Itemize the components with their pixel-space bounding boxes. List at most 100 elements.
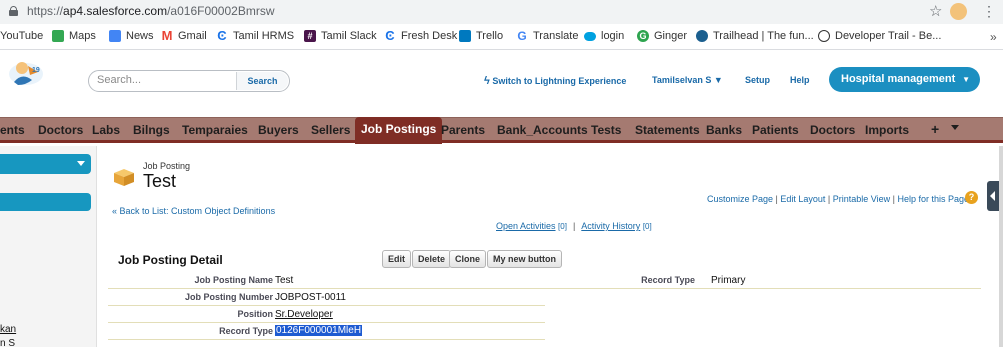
chevron-down-icon xyxy=(77,161,85,166)
sidebar-recent-item-2[interactable]: n S xyxy=(0,338,15,347)
ginger-icon: G xyxy=(637,30,649,42)
browser-menu-icon[interactable]: ⋮ xyxy=(982,3,996,20)
position-link[interactable]: Sr.Developer xyxy=(275,309,333,320)
help-for-page-link[interactable]: Help for this Page xyxy=(897,194,969,204)
tab-job-postings[interactable]: Job Postings xyxy=(355,117,443,144)
field-row-record-type-id: Record Type 0126F000001MleH xyxy=(108,323,545,340)
maps-icon xyxy=(52,30,64,42)
help-question-icon[interactable]: ? xyxy=(965,191,978,204)
back-to-list-link[interactable]: « Back to List: Custom Object Definition… xyxy=(112,206,275,216)
sidebar-recent-item-1[interactable]: kan xyxy=(0,324,16,335)
tab-overflow-chevron-icon[interactable] xyxy=(951,125,959,130)
tab-doctors-2[interactable]: Doctors xyxy=(810,123,855,137)
edit-layout-link[interactable]: Edit Layout xyxy=(780,194,825,204)
field-value: Test xyxy=(275,275,294,286)
bookmark-fresh-desk[interactable]: Ͼ Fresh Desk xyxy=(384,28,457,43)
tab-banks[interactable]: Banks xyxy=(706,123,742,137)
edit-button[interactable]: Edit xyxy=(382,250,411,268)
bookmark-ginger[interactable]: G Ginger xyxy=(637,30,687,42)
global-search: Search xyxy=(88,70,290,92)
delete-button[interactable]: Delete xyxy=(412,250,452,268)
tab-statements[interactable]: Statements xyxy=(635,123,700,137)
bookmark-youtube[interactable]: YouTube xyxy=(0,30,43,42)
activity-history-link[interactable]: Activity History xyxy=(581,221,640,231)
app-menu-button[interactable]: Hospital management ▼ xyxy=(829,67,980,92)
user-menu[interactable]: Tamilselvan S ▼ xyxy=(652,75,723,85)
bookmark-news[interactable]: News xyxy=(109,30,154,42)
slack-icon: # xyxy=(304,30,316,42)
open-activities-link[interactable]: Open Activities xyxy=(496,221,556,231)
switch-to-lightning-link[interactable]: ϟ Switch to Lightning Experience xyxy=(484,75,626,87)
tab-patients-2[interactable]: Patients xyxy=(752,123,799,137)
tab-patients[interactable]: ents xyxy=(0,123,25,137)
bookmark-gmail[interactable]: M Gmail xyxy=(161,28,207,43)
tab-bank-accounts[interactable]: Bank_Accounts xyxy=(497,123,588,137)
tab-tests[interactable]: Tests xyxy=(591,123,621,137)
bookmark-trello[interactable]: Trello xyxy=(459,30,503,42)
field-row-position: Position Sr.Developer xyxy=(108,306,545,323)
help-link[interactable]: Help xyxy=(790,75,810,85)
news-icon xyxy=(109,30,121,42)
google-icon: G xyxy=(517,29,527,43)
tab-parents[interactable]: Parents xyxy=(441,123,485,137)
related-list-links: Open Activities [0] | Activity History [0] xyxy=(496,221,652,231)
left-sidebar: kan n S xyxy=(0,146,97,347)
field-label: Record Type xyxy=(219,326,273,336)
open-activities-count: [0] xyxy=(558,222,567,231)
record-type-id-value: 0126F000001MleH xyxy=(275,325,363,336)
field-row-job-posting-name: Job Posting Name Test xyxy=(108,272,545,289)
my-new-button[interactable]: My new button xyxy=(487,250,562,268)
bookmark-tamil-slack[interactable]: # Tamil Slack xyxy=(304,30,377,42)
app-menu-label: Hospital management xyxy=(841,73,956,85)
bookmark-tamil-hrms[interactable]: Ͼ Tamil HRMS xyxy=(216,29,294,42)
job-posting-object-icon xyxy=(114,169,134,186)
page-utility-links: Customize Page | Edit Layout | Printable… xyxy=(707,194,970,204)
search-input[interactable] xyxy=(97,74,237,86)
field-row-job-posting-number: Job Posting Number JOBPOST-0011 xyxy=(108,289,545,306)
tab-sellers[interactable]: Sellers xyxy=(311,123,350,137)
all-tabs-plus-icon[interactable]: + xyxy=(931,121,939,137)
record-object-type: Job Posting xyxy=(143,161,191,171)
tab-doctors[interactable]: Doctors xyxy=(38,123,83,137)
printable-view-link[interactable]: Printable View xyxy=(833,194,890,204)
trello-icon xyxy=(459,30,471,42)
browser-address-bar: https://ap4.salesforce.com/a016F00002Bmr… xyxy=(0,0,1003,24)
activity-history-count: [0] xyxy=(642,222,652,231)
collapse-arrow-icon xyxy=(990,191,995,201)
field-label: Job Posting Number xyxy=(184,292,273,302)
bookmark-login[interactable]: login xyxy=(584,30,624,42)
tab-labs[interactable]: Labs xyxy=(92,123,120,137)
trailhead-icon xyxy=(696,30,708,42)
field-label: Job Posting Name xyxy=(194,275,273,285)
gmail-icon: M xyxy=(161,28,173,43)
lock-icon xyxy=(9,6,18,16)
tab-temparaies[interactable]: Temparaies xyxy=(182,123,248,137)
scrollbar-edge xyxy=(999,146,1003,347)
search-button[interactable]: Search xyxy=(236,72,288,90)
freshdesk-icon: Ͼ xyxy=(385,28,395,43)
bookmark-maps[interactable]: Maps xyxy=(52,30,96,42)
bookmark-developer-trail[interactable]: Developer Trail - Be... xyxy=(818,30,941,42)
developer-trail-icon xyxy=(818,30,830,42)
sidebar-collapse-tab[interactable] xyxy=(987,181,999,211)
bookmark-trailhead[interactable]: Trailhead | The fun... xyxy=(696,30,814,42)
bookmark-star-icon[interactable]: ☆ xyxy=(929,2,942,20)
tab-buyers[interactable]: Buyers xyxy=(258,123,299,137)
bookmark-translate[interactable]: G Translate xyxy=(516,30,578,42)
record-title: Test xyxy=(143,171,177,191)
sidebar-dropdown[interactable] xyxy=(0,154,91,174)
setup-link[interactable]: Setup xyxy=(745,75,770,85)
field-label: Position xyxy=(237,309,274,319)
field-row-record-type: Record Type Primary xyxy=(545,272,981,289)
bookmarks-bar: YouTube Maps News M Gmail Ͼ Tamil HRMS # Ta… xyxy=(0,24,1003,50)
profile-avatar[interactable] xyxy=(950,3,967,20)
url-field[interactable]: https://ap4.salesforce.com/a016F00002Bmr… xyxy=(27,4,274,18)
tab-bilngs[interactable]: Bilngs xyxy=(133,123,170,137)
tab-imports[interactable]: Imports xyxy=(865,123,909,137)
customize-page-link[interactable]: Customize Page xyxy=(707,194,773,204)
svg-text:19: 19 xyxy=(32,67,40,74)
field-value: JOBPOST-0011 xyxy=(275,292,346,303)
more-bookmarks-icon[interactable]: » xyxy=(990,30,997,44)
clone-button[interactable]: Clone xyxy=(449,250,487,268)
detail-section-title: Job Posting Detail xyxy=(118,253,223,267)
